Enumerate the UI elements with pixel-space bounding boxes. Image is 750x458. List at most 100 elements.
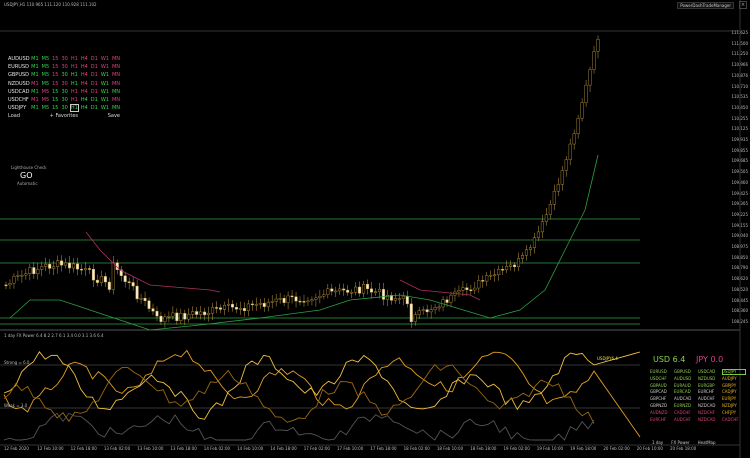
- pair-cell[interactable]: USDCAD: [698, 369, 722, 375]
- symbol-name[interactable]: USDCHF: [8, 97, 31, 103]
- symbol-name[interactable]: EURUSD: [8, 64, 31, 70]
- trade-manager-button[interactable]: PowerDashTradeManager: [677, 2, 734, 9]
- timeframe-cell[interactable]: H1: [71, 81, 78, 87]
- timeframe-cell[interactable]: M1: [31, 72, 39, 78]
- meter-tab[interactable]: FX Power: [671, 440, 689, 445]
- timeframe-cell[interactable]: H1: [71, 97, 78, 103]
- timeframe-cell[interactable]: H4: [81, 105, 88, 111]
- symbol-name[interactable]: GBPUSD: [8, 72, 31, 78]
- timeframe-cell[interactable]: M5: [42, 97, 50, 103]
- pair-cell[interactable]: EURCAD: [674, 389, 698, 395]
- symbol-name[interactable]: USDJPY: [8, 105, 31, 111]
- pair-cell[interactable]: NZDCHF: [698, 410, 722, 416]
- pair-cell[interactable]: EURCHF: [650, 417, 674, 423]
- timeframe-cell[interactable]: MN: [112, 81, 120, 87]
- pair-cell[interactable]: NZDUSD: [698, 376, 722, 382]
- pair-cell[interactable]: GBPCHF: [650, 396, 674, 402]
- pair-cell[interactable]: AUDJPY: [722, 376, 746, 382]
- timeframe-cell[interactable]: W1: [101, 105, 109, 111]
- pair-cell[interactable]: AUDUSD: [674, 376, 698, 382]
- timeframe-cell[interactable]: D1: [91, 89, 98, 95]
- timeframe-cell[interactable]: M1: [31, 64, 39, 70]
- meter-tab[interactable]: 1 day: [652, 440, 663, 445]
- timeframe-cell[interactable]: MN: [112, 105, 120, 111]
- timeframe-cell[interactable]: 15: [52, 97, 58, 103]
- timeframe-cell[interactable]: W1: [101, 56, 109, 62]
- timeframe-cell[interactable]: 15: [52, 64, 58, 70]
- close-icon[interactable]: ×: [739, 1, 747, 9]
- pair-cell[interactable]: EURUSD: [650, 369, 674, 375]
- timeframe-cell[interactable]: 15: [52, 56, 58, 62]
- timeframe-cell[interactable]: H1: [71, 56, 78, 62]
- pair-cell[interactable]: CADCHF: [674, 410, 698, 416]
- timeframe-cell[interactable]: M1: [31, 89, 39, 95]
- timeframe-cell[interactable]: 30: [62, 64, 68, 70]
- timeframe-cell[interactable]: W1: [101, 72, 109, 78]
- timeframe-cell[interactable]: 15: [52, 105, 58, 111]
- symbol-row[interactable]: GBPUSD M1 M5 15 30 H1 H4 D1 W1 MN: [8, 71, 123, 79]
- pair-cell[interactable]: CHFJPY: [722, 410, 746, 416]
- timeframe-cell[interactable]: M5: [42, 56, 50, 62]
- timeframe-cell[interactable]: M5: [42, 105, 50, 111]
- pair-cell[interactable]: EURCHF: [698, 389, 722, 395]
- timeframe-cell[interactable]: W1: [101, 64, 109, 70]
- pair-cell[interactable]: CADCHF: [722, 417, 746, 423]
- timeframe-cell[interactable]: 15: [52, 89, 58, 95]
- symbol-name[interactable]: AUDUSD: [8, 56, 31, 62]
- timeframe-cell[interactable]: W1: [101, 81, 109, 87]
- timeframe-cell[interactable]: M5: [42, 81, 50, 87]
- timeframe-cell[interactable]: H1: [71, 72, 78, 78]
- timeframe-cell[interactable]: H4: [81, 81, 88, 87]
- pair-cell[interactable]: GBPNZD: [650, 403, 674, 409]
- timeframe-cell[interactable]: MN: [112, 56, 120, 62]
- timeframe-cell[interactable]: MN: [112, 72, 120, 78]
- timeframe-cell[interactable]: D1: [91, 64, 98, 70]
- timeframe-cell[interactable]: 30: [62, 56, 68, 62]
- pair-cell[interactable]: NZDCAD: [698, 403, 722, 409]
- symbol-row[interactable]: EURUSD M1 M5 15 30 H1 H4 D1 W1 MN: [8, 63, 123, 71]
- symbol-row[interactable]: USDCAD M1 M5 15 30 H1 H4 D1 W1 MN: [8, 88, 123, 96]
- pair-cell[interactable]: NZDJPY: [722, 403, 746, 409]
- timeframe-cell[interactable]: H4: [81, 56, 88, 62]
- pair-cell[interactable]: EURJPY: [722, 396, 746, 402]
- pair-cell[interactable]: AUDCHF: [674, 417, 698, 423]
- pair-cell[interactable]: USDCHF: [650, 376, 674, 382]
- timeframe-cell[interactable]: D1: [91, 105, 98, 111]
- pair-cell[interactable]: GBPJPY: [722, 383, 746, 389]
- timeframe-cell[interactable]: H4: [81, 64, 88, 70]
- pair-cell[interactable]: EURGBP: [698, 383, 722, 389]
- pair-cell[interactable]: AUDCAD: [674, 396, 698, 402]
- timeframe-cell[interactable]: 30: [62, 105, 68, 111]
- pair-cell[interactable]: EURNZD: [674, 403, 698, 409]
- timeframe-cell[interactable]: H1: [71, 64, 78, 70]
- timeframe-cell[interactable]: H4: [81, 97, 88, 103]
- timeframe-cell[interactable]: H4: [81, 89, 88, 95]
- pair-cell[interactable]: NZDCAD: [698, 417, 722, 423]
- timeframe-cell[interactable]: 30: [62, 89, 68, 95]
- timeframe-cell[interactable]: M1: [31, 56, 39, 62]
- timeframe-cell[interactable]: W1: [101, 89, 109, 95]
- timeframe-cell[interactable]: M5: [42, 64, 50, 70]
- timeframe-cell[interactable]: M1: [31, 97, 39, 103]
- pair-cell[interactable]: GBPUSD: [674, 369, 698, 375]
- timeframe-cell[interactable]: MN: [112, 97, 120, 103]
- symbol-row[interactable]: USDJPY M1 M5 15 30 H1 H4 D1 W1 MN: [8, 104, 123, 113]
- symbol-row[interactable]: NZDUSD M1 M5 15 30 H1 H4 D1 W1 MN: [8, 80, 123, 88]
- timeframe-cell[interactable]: D1: [91, 97, 98, 103]
- timeframe-cell[interactable]: 30: [62, 72, 68, 78]
- pair-cell[interactable]: USDJPY: [722, 369, 746, 375]
- timeframe-cell[interactable]: D1: [91, 72, 98, 78]
- meter-tab[interactable]: HeatMap: [698, 440, 716, 445]
- save-button[interactable]: Save: [108, 113, 120, 119]
- timeframe-cell[interactable]: W1: [101, 97, 109, 103]
- timeframe-cell[interactable]: D1: [91, 81, 98, 87]
- timeframe-cell[interactable]: M5: [42, 89, 50, 95]
- timeframe-cell[interactable]: 15: [52, 81, 58, 87]
- timeframe-cell[interactable]: H1: [69, 104, 79, 113]
- timeframe-cell[interactable]: 30: [62, 97, 68, 103]
- timeframe-cell[interactable]: M1: [31, 81, 39, 87]
- timeframe-cell[interactable]: MN: [112, 89, 120, 95]
- symbol-name[interactable]: USDCAD: [8, 89, 31, 95]
- timeframe-cell[interactable]: M5: [42, 72, 50, 78]
- favorites-button[interactable]: + Favorites: [50, 113, 78, 119]
